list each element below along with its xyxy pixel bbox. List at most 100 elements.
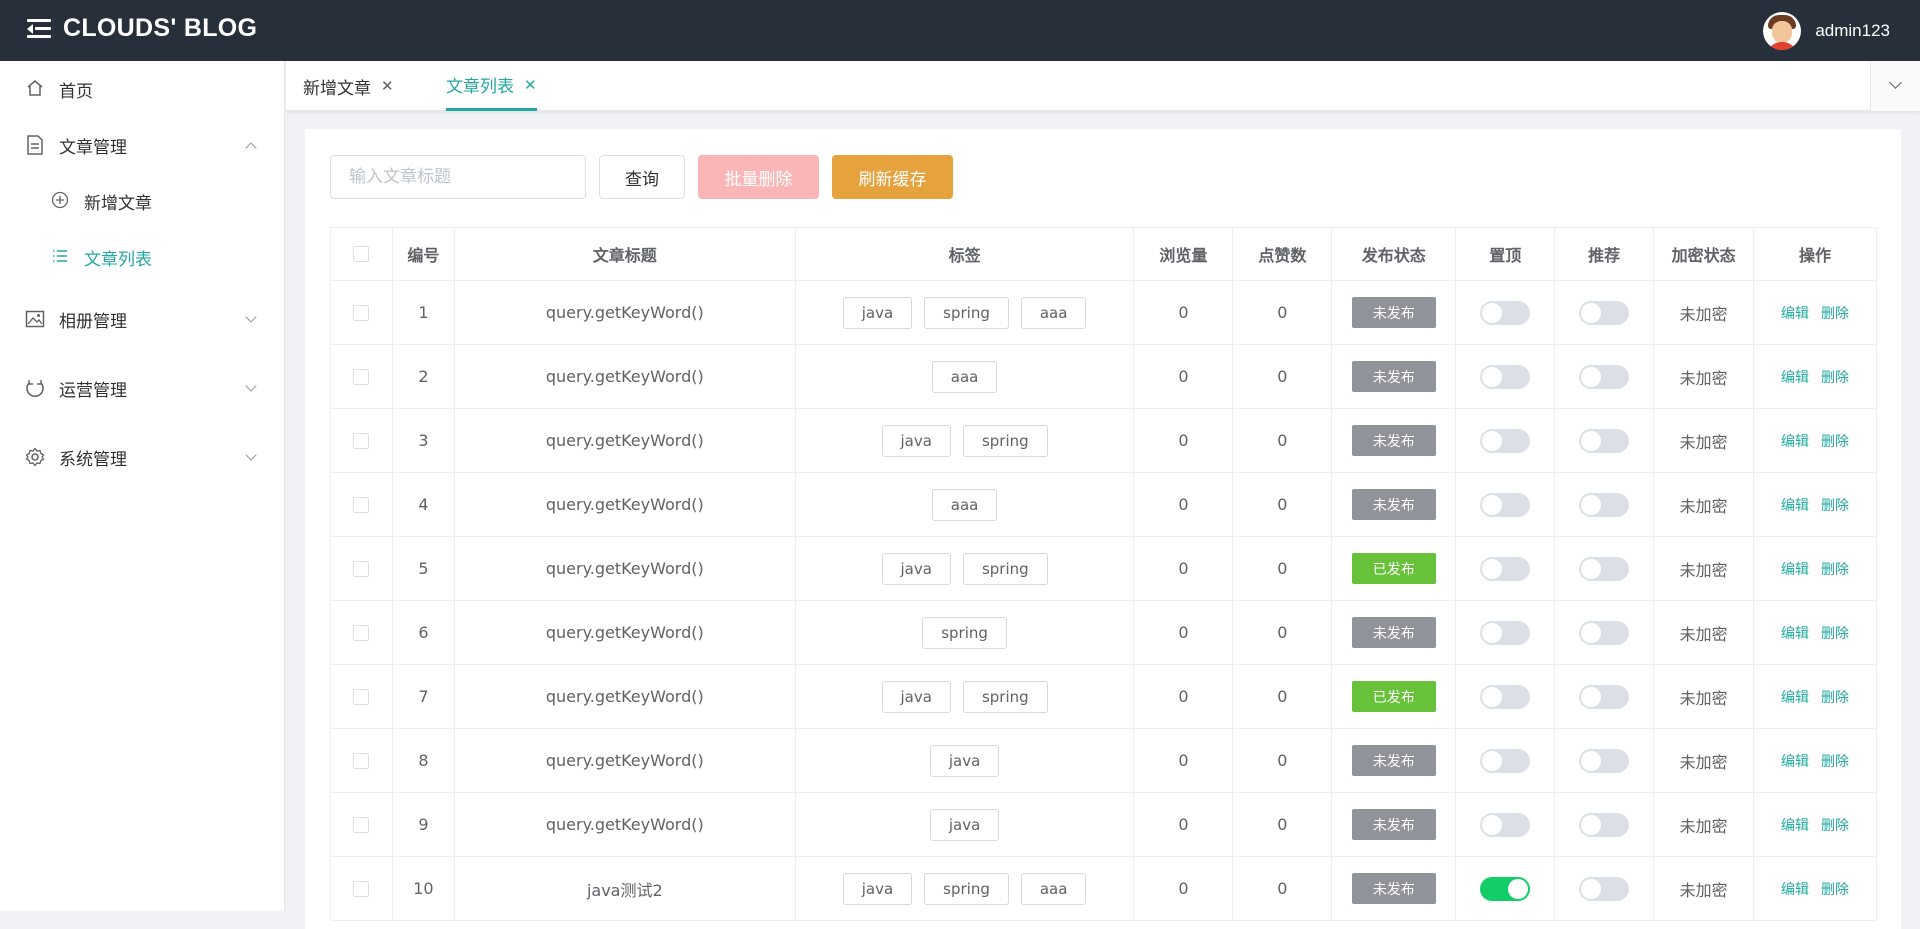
- edit-link[interactable]: 编辑: [1781, 879, 1809, 899]
- top-toggle[interactable]: [1480, 428, 1531, 453]
- sidebar-item-article-list[interactable]: 文章列表: [0, 229, 285, 285]
- row-checkbox[interactable]: [353, 624, 370, 641]
- sidebar-item-operation-management[interactable]: 运营管理: [0, 360, 285, 416]
- edit-link[interactable]: 编辑: [1781, 559, 1809, 579]
- edit-link[interactable]: 编辑: [1781, 431, 1809, 451]
- tag-chip[interactable]: spring: [922, 616, 1007, 649]
- query-button[interactable]: 查询: [599, 155, 685, 199]
- row-checkbox[interactable]: [353, 560, 370, 577]
- sidebar-item-album-management[interactable]: 相册管理: [0, 291, 285, 347]
- user-menu[interactable]: admin123: [1763, 12, 1890, 50]
- tag-chip[interactable]: java: [881, 424, 951, 457]
- tag-chip[interactable]: java: [929, 744, 1000, 777]
- delete-link[interactable]: 删除: [1821, 815, 1849, 835]
- delete-link[interactable]: 删除: [1821, 559, 1849, 579]
- top-toggle[interactable]: [1480, 812, 1531, 837]
- row-checkbox[interactable]: [353, 688, 370, 705]
- recommend-toggle[interactable]: [1579, 492, 1630, 517]
- row-checkbox[interactable]: [353, 496, 370, 513]
- edit-link[interactable]: 编辑: [1781, 367, 1809, 387]
- sidebar-item-system-management[interactable]: 系统管理: [0, 429, 285, 485]
- username[interactable]: admin123: [1815, 21, 1890, 41]
- tabs-dropdown-button[interactable]: [1870, 61, 1920, 111]
- edit-link[interactable]: 编辑: [1781, 303, 1809, 323]
- menu-toggle-icon[interactable]: [27, 19, 51, 39]
- row-checkbox[interactable]: [353, 880, 370, 897]
- batch-delete-button[interactable]: 批量删除: [698, 155, 819, 199]
- column-header[interactable]: 浏览量: [1134, 228, 1234, 280]
- column-header[interactable]: 操作: [1754, 228, 1877, 280]
- tag-chip[interactable]: aaa: [1020, 872, 1087, 905]
- delete-link[interactable]: 删除: [1821, 687, 1849, 707]
- top-toggle[interactable]: [1480, 492, 1531, 517]
- delete-link[interactable]: 删除: [1821, 431, 1849, 451]
- top-toggle[interactable]: [1480, 748, 1531, 773]
- column-header[interactable]: 文章标题: [455, 228, 796, 280]
- close-icon[interactable]: ✕: [381, 77, 394, 95]
- search-input[interactable]: [330, 155, 586, 199]
- article-tags: java: [796, 729, 1135, 792]
- recommend-toggle[interactable]: [1579, 300, 1630, 325]
- top-toggle[interactable]: [1480, 364, 1531, 389]
- column-header[interactable]: 推荐: [1555, 228, 1655, 280]
- row-checkbox[interactable]: [353, 432, 370, 449]
- recommend-toggle[interactable]: [1579, 748, 1630, 773]
- tag-chip[interactable]: spring: [962, 424, 1048, 457]
- row-checkbox[interactable]: [353, 304, 370, 321]
- tag-chip[interactable]: java: [881, 680, 951, 713]
- top-toggle[interactable]: [1480, 556, 1531, 581]
- top-toggle[interactable]: [1480, 620, 1531, 645]
- column-header[interactable]: 点赞数: [1233, 228, 1333, 280]
- select-all-checkbox[interactable]: [353, 246, 370, 262]
- recommend-toggle[interactable]: [1579, 428, 1630, 453]
- delete-link[interactable]: 删除: [1821, 303, 1849, 323]
- tag-chip[interactable]: java: [842, 296, 913, 329]
- tag-chip[interactable]: aaa: [931, 488, 998, 521]
- column-header[interactable]: 标签: [796, 228, 1135, 280]
- avatar[interactable]: [1763, 12, 1802, 50]
- row-checkbox[interactable]: [353, 368, 370, 385]
- edit-link[interactable]: 编辑: [1781, 495, 1809, 515]
- tab-article-list[interactable]: 文章列表 ✕: [446, 61, 537, 111]
- recommend-toggle[interactable]: [1579, 684, 1630, 709]
- tag-chip[interactable]: spring: [962, 680, 1048, 713]
- edit-link[interactable]: 编辑: [1781, 687, 1809, 707]
- tag-chip[interactable]: java: [881, 552, 951, 585]
- sidebar-item-new-article[interactable]: 新增文章: [0, 173, 285, 229]
- edit-link[interactable]: 编辑: [1781, 815, 1809, 835]
- recommend-toggle[interactable]: [1579, 812, 1630, 837]
- sidebar-item-article-management[interactable]: 文章管理: [0, 117, 285, 173]
- delete-link[interactable]: 删除: [1821, 367, 1849, 387]
- top-toggle[interactable]: [1480, 876, 1531, 901]
- top-toggle[interactable]: [1480, 684, 1531, 709]
- tag-chip[interactable]: spring: [962, 552, 1048, 585]
- top-toggle[interactable]: [1480, 300, 1531, 325]
- column-header[interactable]: 置顶: [1456, 228, 1556, 280]
- row-checkbox[interactable]: [353, 752, 370, 769]
- edit-link[interactable]: 编辑: [1781, 623, 1809, 643]
- column-header[interactable]: 加密状态: [1654, 228, 1755, 280]
- tag-chip[interactable]: aaa: [1020, 296, 1087, 329]
- tag-chip[interactable]: java: [929, 808, 1000, 841]
- row-checkbox[interactable]: [353, 816, 370, 833]
- sidebar-item-home[interactable]: 首页: [0, 61, 285, 117]
- edit-link[interactable]: 编辑: [1781, 751, 1809, 771]
- recommend-toggle[interactable]: [1579, 876, 1630, 901]
- tag-chip[interactable]: java: [842, 872, 913, 905]
- delete-link[interactable]: 删除: [1821, 623, 1849, 643]
- column-header[interactable]: 编号: [393, 228, 455, 280]
- tag-chip[interactable]: spring: [924, 296, 1009, 329]
- tag-chip[interactable]: aaa: [931, 360, 998, 393]
- recommend-toggle[interactable]: [1579, 364, 1630, 389]
- close-icon[interactable]: ✕: [524, 76, 537, 94]
- column-header[interactable]: 发布状态: [1332, 228, 1457, 280]
- delete-link[interactable]: 删除: [1821, 751, 1849, 771]
- tab-new-article[interactable]: 新增文章 ✕: [303, 61, 394, 111]
- tag-chip[interactable]: spring: [924, 872, 1009, 905]
- delete-link[interactable]: 删除: [1821, 495, 1849, 515]
- recommend-toggle[interactable]: [1579, 556, 1630, 581]
- recommend-toggle[interactable]: [1579, 620, 1630, 645]
- refresh-cache-button[interactable]: 刷新缓存: [832, 155, 953, 199]
- brand-title[interactable]: CLOUDS' BLOG: [63, 14, 257, 43]
- delete-link[interactable]: 删除: [1821, 879, 1849, 899]
